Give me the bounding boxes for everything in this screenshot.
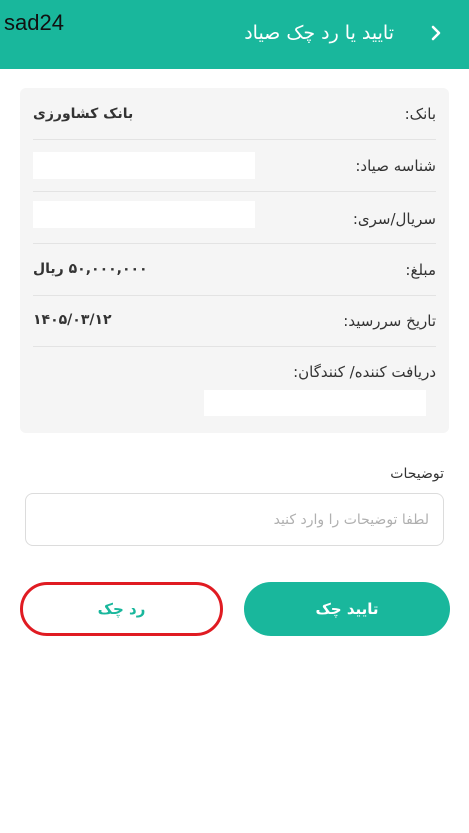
amount-row: مبلغ: ۵۰,۰۰۰,۰۰۰ ریال xyxy=(33,244,436,296)
receivers-label: دریافت کننده/ کنندگان: xyxy=(293,363,436,381)
bank-value: بانک کشاورزی xyxy=(33,106,134,122)
receivers-value xyxy=(204,390,426,416)
due-date-row: تاریخ سررسید: ۱۴۰۵/۰۳/۱۲ xyxy=(33,296,436,347)
confirm-cheque-button[interactable]: تایید چک xyxy=(244,582,450,636)
notes-input[interactable] xyxy=(25,493,444,546)
reject-cheque-button[interactable]: رد چک xyxy=(20,582,223,636)
chevron-right-icon xyxy=(431,25,441,41)
cheque-details-card: بانک: بانک کشاورزی شناسه صیاد: سریال/سری… xyxy=(20,88,449,433)
watermark-text: sad24 xyxy=(4,10,64,35)
due-date-value: ۱۴۰۵/۰۳/۱۲ xyxy=(33,312,112,328)
due-date-label: تاریخ سررسید: xyxy=(343,312,436,330)
sayad-id-label: شناسه صیاد: xyxy=(355,157,436,175)
sayad-id-row: شناسه صیاد: xyxy=(33,140,436,192)
bank-row: بانک: بانک کشاورزی xyxy=(33,88,436,140)
serial-row: سریال/سری: xyxy=(33,192,436,244)
amount-label: مبلغ: xyxy=(405,261,436,279)
serial-value xyxy=(33,201,255,228)
serial-label: سریال/سری: xyxy=(352,210,436,228)
amount-value: ۵۰,۰۰۰,۰۰۰ ریال xyxy=(33,261,148,277)
sayad-id-value xyxy=(33,152,255,179)
app-header: sad24 تایید یا رد چک صیاد xyxy=(0,0,469,69)
notes-label: توضیحات xyxy=(390,466,444,482)
page-title: تایید یا رد چک صیاد xyxy=(244,22,394,44)
receivers-row: دریافت کننده/ کنندگان: xyxy=(33,347,436,417)
bank-label: بانک: xyxy=(404,105,436,123)
back-button[interactable] xyxy=(425,20,447,46)
